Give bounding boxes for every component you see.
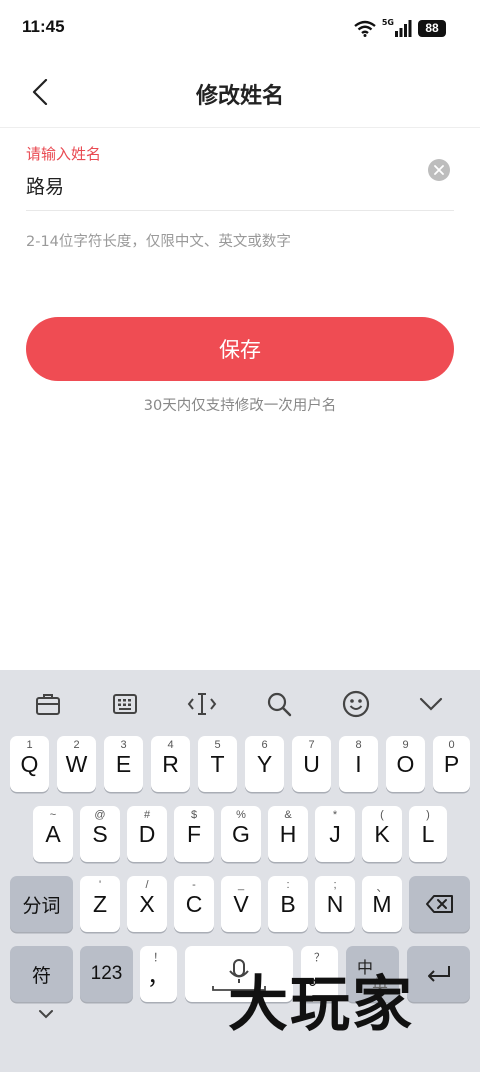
watermark: 大玩家 [228,970,414,1040]
numbers-key[interactable]: 123 [80,946,133,1002]
keyboard-toolbar [0,670,480,734]
key-h[interactable]: & H [268,806,308,862]
key-j[interactable]: * J [315,806,355,862]
key-n[interactable]: ; N [315,876,355,932]
backspace-icon [425,895,453,913]
name-input[interactable] [26,170,406,200]
key-f[interactable]: $ F [174,806,214,862]
network-type: 5G [381,17,394,27]
key-s[interactable]: @ S [80,806,120,862]
key-v[interactable]: _ V [221,876,261,932]
key-u[interactable]: 7U [292,736,331,792]
key-g[interactable]: % G [221,806,261,862]
name-field-label: 请输入姓名 [26,145,102,163]
toolbox-icon[interactable] [28,684,68,724]
key-q[interactable]: 1Q [10,736,49,792]
name-hint: 2-14位字符长度，仅限中文、英文或数字 [26,234,291,250]
key-k[interactable]: (K [362,806,402,862]
key-x[interactable]: / X [127,876,167,932]
key-m[interactable]: 、 M [362,876,402,932]
comma-key[interactable]: ！， [140,946,177,1002]
wifi-icon [354,20,376,37]
key-r[interactable]: 4R [151,736,190,792]
key-z[interactable]: ' Z [80,876,120,932]
collapse-chevron-icon[interactable] [411,684,451,724]
page-title: 修改姓名 [195,84,284,109]
key-d[interactable]: # D [127,806,167,862]
search-icon[interactable] [259,684,299,724]
key-i[interactable]: 8I [339,736,378,792]
enter-icon [427,966,450,982]
backspace-key[interactable] [409,876,470,932]
chevron-down-icon [39,1010,53,1019]
text-cursor-icon[interactable] [182,684,222,724]
status-time: 11:45 [22,17,65,36]
clear-button[interactable] [428,159,450,181]
name-field: 请输入姓名 [26,140,454,211]
symbols-key[interactable]: 符 [10,946,73,1002]
close-icon [434,165,444,175]
key-y[interactable]: 6Y [245,736,284,792]
battery-level: 88 [418,19,446,37]
header: 修改姓名 [0,56,480,128]
key-a[interactable]: ~ A [33,806,73,862]
key-c[interactable]: -C [174,876,214,932]
enter-key[interactable] [407,946,470,1002]
save-note: 30天内仅支持修改一次用户名 [143,398,337,414]
segment-key[interactable]: 分词 [10,876,73,932]
key-p[interactable]: 0P [433,736,470,792]
status-icons: 5G 88 [354,18,446,38]
status-bar: 11:45 5G 88 [0,0,480,56]
signal-icon [395,19,412,37]
key-b[interactable]: :B [268,876,308,932]
key-w[interactable]: 2W [57,736,96,792]
hide-keyboard-button[interactable] [32,1000,60,1028]
key-o[interactable]: 9O [386,736,425,792]
key-l[interactable]: ) L [409,806,447,862]
keyboard-icon[interactable] [105,684,145,724]
key-t[interactable]: 5T [198,736,237,792]
emoji-icon[interactable] [336,684,376,724]
save-button[interactable]: 保存 [26,317,454,381]
key-e[interactable]: 3E [104,736,143,792]
